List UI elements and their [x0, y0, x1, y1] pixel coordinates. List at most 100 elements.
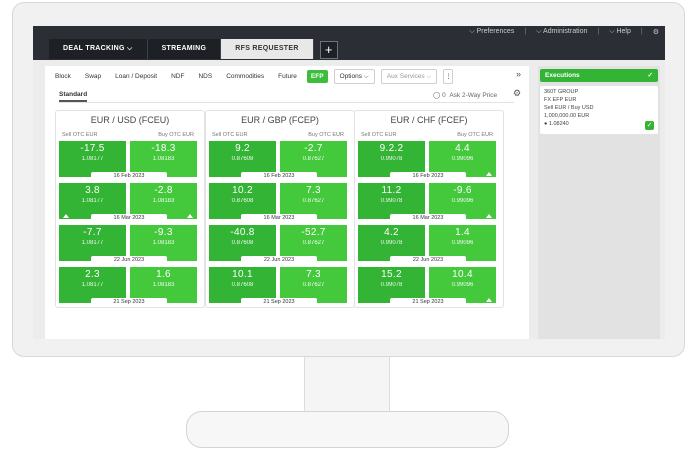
tick-up-icon [486, 298, 492, 302]
lock-icon: ● [544, 121, 548, 127]
gear-icon[interactable]: ⚙ [653, 28, 659, 36]
sell-points: 2.3 [85, 269, 100, 280]
tick-up-icon [486, 214, 492, 218]
price-row: -40.8 0.87608 -52.7 0.87627 22 Jun 2023 [209, 225, 350, 264]
buy-rate: 1.08183 [152, 240, 175, 246]
app-screen: ⌵ Preferences | ⌵ Administration | ⌵ Hel… [33, 26, 665, 339]
top-menu: ⌵ Preferences | ⌵ Administration | ⌵ Hel… [469, 28, 659, 36]
value-date: 22 Jun 2023 [241, 256, 317, 264]
help-menu[interactable]: ⌵ Help [609, 28, 631, 36]
sell-points: 10.2 [232, 185, 253, 196]
help-label: Help [616, 28, 631, 35]
sell-points: 4.2 [384, 227, 399, 238]
price-row: -17.5 1.08177 -18.3 1.08183 16 Feb 2023 [59, 141, 200, 180]
administration-menu[interactable]: ⌵ Administration [536, 28, 587, 36]
tab-rfs-requester[interactable]: RFS REQUESTER [221, 39, 314, 59]
price-row: 4.2 0.99078 1.4 0.99096 22 Jun 2023 [358, 225, 499, 264]
card-title: EUR / GBP (FCEP) [241, 115, 319, 125]
tab-streaming[interactable]: STREAMING [147, 39, 222, 59]
tick-up-icon [486, 172, 492, 176]
product-future[interactable]: Future [274, 70, 301, 83]
add-tab-button[interactable]: + [319, 41, 338, 59]
buy-points: 10.4 [452, 269, 473, 280]
tab-standard[interactable]: Standard [59, 91, 88, 102]
product-nds[interactable]: NDS [194, 70, 216, 83]
executions-title: Executions [545, 72, 580, 79]
value-date: 16 Feb 2023 [241, 172, 317, 180]
buy-rate: 0.87627 [302, 282, 325, 288]
execution-card[interactable]: 360T GROUP FX EFP EUR Sell EUR / Buy USD… [540, 86, 658, 134]
product-commodities[interactable]: Commodities [222, 70, 268, 83]
value-date: 16 Mar 2023 [390, 214, 466, 222]
ask-label: Ask 2-Way Price [449, 92, 498, 99]
product-efp[interactable]: EFP [306, 70, 328, 83]
sell-rate: 0.99078 [380, 156, 403, 162]
aux-services-dropdown[interactable]: Aux Services ⌵ [380, 69, 438, 84]
product-bar: Block Swap Loan / Deposit NDF NDS Commod… [51, 69, 454, 84]
sell-points: -7.7 [83, 227, 102, 238]
sell-points: 11.2 [381, 185, 402, 196]
price-row: 9.2.2 0.99078 4.4 0.99096 16 Feb 2023 [358, 141, 499, 180]
sell-rate: 0.87608 [231, 156, 254, 162]
preferences-menu[interactable]: ⌵ Preferences [469, 28, 514, 36]
options-dropdown[interactable]: Options ⌵ [333, 69, 375, 84]
buy-rate: 0.99096 [451, 240, 474, 246]
price-row: 10.1 0.87608 7.3 0.87627 21 Sep 2023 [209, 267, 350, 306]
price-row: 11.2 0.99078 -9.6 0.99096 16 Mar 2023 [358, 183, 499, 222]
value-date: 16 Mar 2023 [91, 214, 167, 222]
price-row: 15.2 0.99078 10.4 0.99096 21 Sep 2023 [358, 267, 499, 306]
sell-label: Sell OTC EUR [212, 132, 248, 138]
buy-points: 1.6 [156, 269, 171, 280]
sell-points: 15.2 [381, 269, 402, 280]
buy-points: -18.3 [151, 143, 176, 154]
buy-rate: 0.87627 [302, 198, 325, 204]
collapse-panel-icon[interactable]: » [516, 69, 521, 79]
card-title: EUR / USD (FCEU) [90, 115, 170, 125]
value-date: 22 Jun 2023 [91, 256, 167, 264]
buy-rate: 0.99096 [451, 198, 474, 204]
sell-rate: 1.08177 [81, 240, 104, 246]
value-date: 16 Feb 2023 [390, 172, 466, 180]
product-ndf[interactable]: NDF [167, 70, 188, 83]
sell-points: 10.1 [232, 269, 253, 280]
price-card: EUR / CHF (FCEF) Sell OTC EUR Buy OTC EUR 9… [354, 110, 504, 308]
value-date: 16 Feb 2023 [91, 172, 167, 180]
check-icon[interactable]: ✓ [645, 121, 654, 130]
sell-points: -17.5 [80, 143, 105, 154]
sell-rate: 1.08177 [81, 156, 104, 162]
sell-points: 9.2 [235, 143, 250, 154]
product-loan-deposit[interactable]: Loan / Deposit [111, 70, 161, 83]
executions-header[interactable]: Executions ✓ [540, 69, 658, 82]
toggle-icon: ◯ [433, 92, 441, 99]
ask-two-way-toggle[interactable]: ◯ 0 Ask 2-Way Price [433, 91, 497, 99]
executions-panel: Executions ✓ 360T GROUP FX EFP EUR Sell … [538, 66, 660, 339]
sell-points: -40.8 [230, 227, 255, 238]
buy-rate: 0.87627 [302, 240, 325, 246]
price-card: EUR / GBP (FCEP) Sell OTC EUR Buy OTC EUR 9… [205, 110, 355, 308]
tick-up-icon [63, 214, 69, 218]
sell-label: Sell OTC EUR [62, 132, 98, 138]
divider [59, 102, 514, 103]
card-title: EUR / CHF (FCEF) [390, 115, 468, 125]
buy-points: 4.4 [455, 143, 470, 154]
tab-deal-tracking[interactable]: DEAL TRACKING ⌵ [49, 39, 148, 59]
settings-icon[interactable]: ⚙ [513, 88, 521, 99]
sell-points: 3.8 [85, 185, 100, 196]
buy-rate: 1.08183 [152, 198, 175, 204]
sell-rate: 1.08177 [81, 198, 104, 204]
check-icon: ✓ [647, 72, 653, 79]
product-swap[interactable]: Swap [81, 70, 105, 83]
value-date: 22 Jun 2023 [390, 256, 466, 264]
more-options-button[interactable]: ⋮ [443, 69, 454, 84]
chevron-down-icon: ⌵ [426, 73, 432, 80]
value-date: 21 Sep 2023 [241, 298, 317, 306]
product-block[interactable]: Block [51, 70, 75, 83]
aux-services-label: Aux Services [386, 73, 425, 80]
price-row: 3.8 1.08177 -2.8 1.08183 16 Mar 2023 [59, 183, 200, 222]
value-date: 21 Sep 2023 [91, 298, 167, 306]
sell-rate: 1.08177 [81, 282, 104, 288]
sell-label: Sell OTC EUR [361, 132, 397, 138]
chevron-down-icon: ⌵ [363, 73, 369, 80]
top-bar: ⌵ Preferences | ⌵ Administration | ⌵ Hel… [33, 26, 665, 60]
buy-points: -2.8 [154, 185, 173, 196]
